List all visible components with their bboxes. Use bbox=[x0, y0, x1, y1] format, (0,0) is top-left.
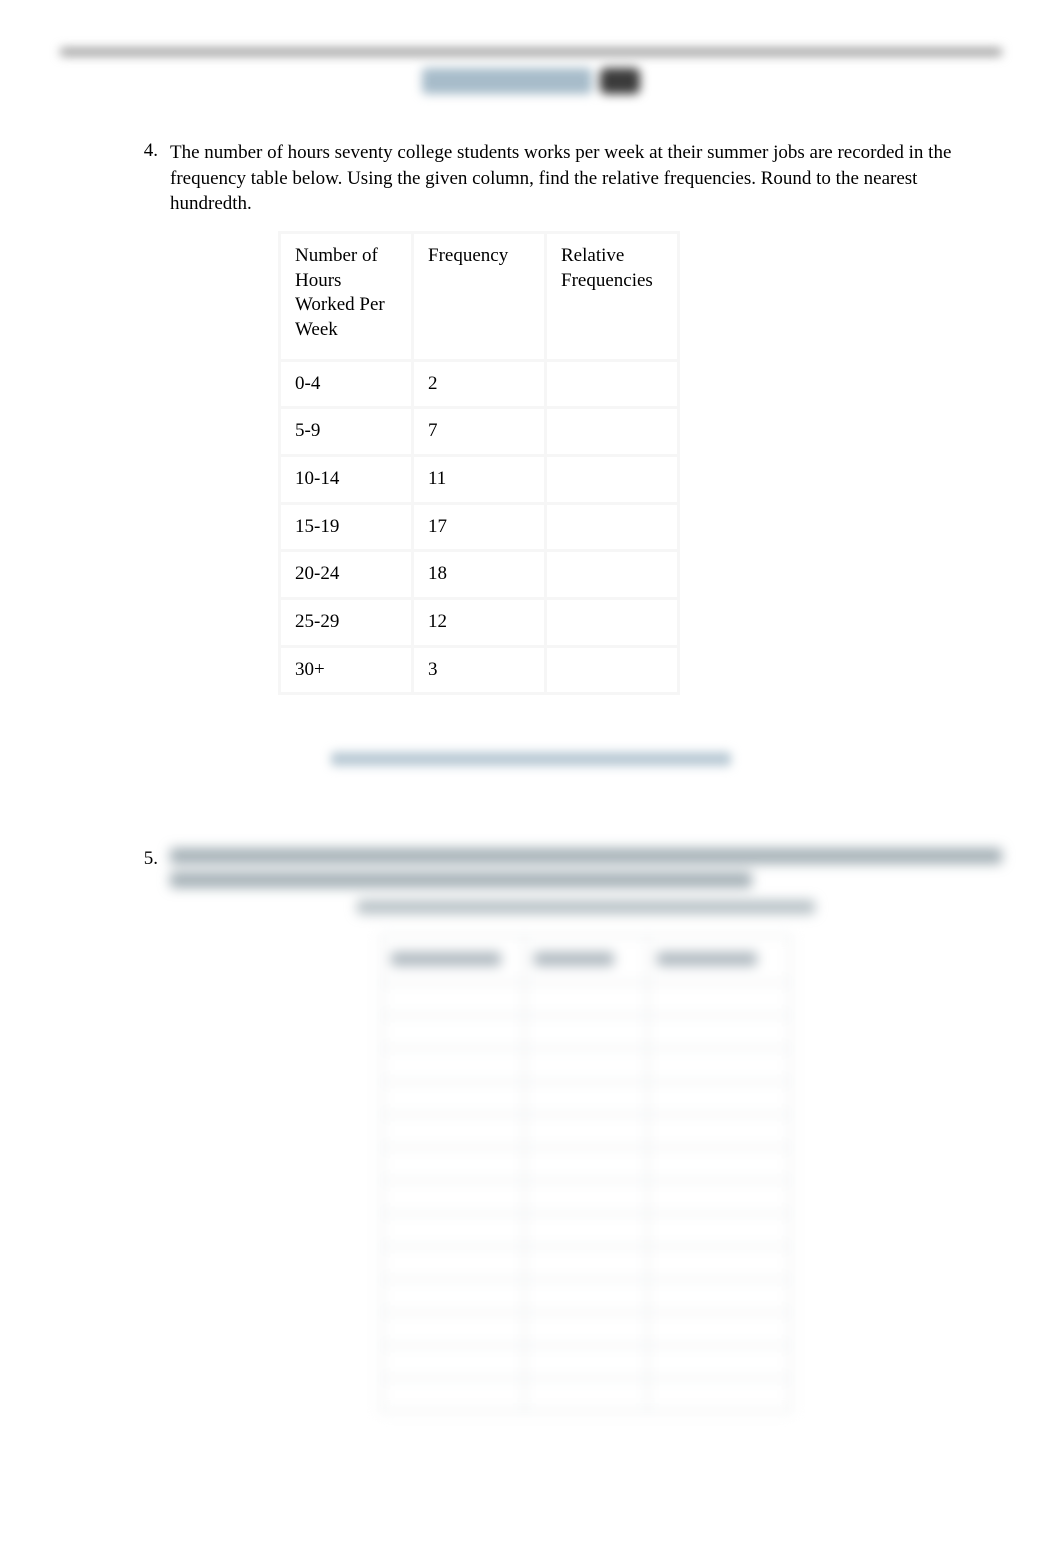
table-row bbox=[383, 1149, 789, 1179]
table-row: 5-9 7 bbox=[281, 409, 677, 454]
table-row: 20-24 18 bbox=[281, 552, 677, 597]
cell-relative bbox=[547, 648, 677, 693]
cell-hours: 0-4 bbox=[281, 362, 411, 407]
table-row bbox=[383, 1215, 789, 1245]
cell-hours: 10-14 bbox=[281, 457, 411, 502]
cell-relative bbox=[547, 505, 677, 550]
table-row bbox=[383, 1380, 789, 1410]
cell-frequency: 11 bbox=[414, 457, 544, 502]
table-row bbox=[383, 1182, 789, 1212]
cell-hours: 15-19 bbox=[281, 505, 411, 550]
question-4: 4. The number of hours seventy college s… bbox=[128, 140, 1002, 695]
document-page: 4. The number of hours seventy college s… bbox=[0, 0, 1062, 1556]
question-4-prompt: The number of hours seventy college stud… bbox=[170, 140, 1002, 217]
header-logo-wrap bbox=[422, 68, 640, 94]
cell-frequency: 2 bbox=[414, 362, 544, 407]
question-4-number: 4. bbox=[128, 140, 158, 162]
cell-frequency: 3 bbox=[414, 648, 544, 693]
cell-hours: 5-9 bbox=[281, 409, 411, 454]
header-logo-glyph-blur bbox=[600, 68, 640, 94]
cell-frequency: 12 bbox=[414, 600, 544, 645]
blurred-data-line bbox=[357, 900, 815, 914]
table-row bbox=[383, 1314, 789, 1344]
table-row: 10-14 11 bbox=[281, 457, 677, 502]
table-header-row: Number of Hours Worked Per Week Frequenc… bbox=[281, 234, 677, 359]
cell-relative bbox=[547, 552, 677, 597]
table-row bbox=[383, 1281, 789, 1311]
header-relative: Relative Frequencies bbox=[547, 234, 677, 359]
table-row: 0-4 2 bbox=[281, 362, 677, 407]
table-row bbox=[383, 1050, 789, 1080]
table-row bbox=[383, 1347, 789, 1377]
header-frequency: Frequency bbox=[414, 234, 544, 359]
header-bar bbox=[60, 48, 1002, 56]
cell-hours: 30+ bbox=[281, 648, 411, 693]
blurred-text-line bbox=[170, 872, 752, 888]
table-row: 15-19 17 bbox=[281, 505, 677, 550]
cell-hours: 25-29 bbox=[281, 600, 411, 645]
table-row bbox=[383, 984, 789, 1014]
cell-frequency: 17 bbox=[414, 505, 544, 550]
frequency-table: Number of Hours Worked Per Week Frequenc… bbox=[278, 231, 680, 696]
question-5-blurred-body bbox=[170, 848, 1002, 1413]
table-row bbox=[383, 1116, 789, 1146]
header-hours: Number of Hours Worked Per Week bbox=[281, 234, 411, 359]
table-row: 25-29 12 bbox=[281, 600, 677, 645]
question-5: 5. bbox=[128, 848, 1002, 1413]
table-row bbox=[383, 1083, 789, 1113]
blurred-text-line bbox=[170, 848, 1002, 864]
table-row: 30+ 3 bbox=[281, 648, 677, 693]
cell-frequency: 7 bbox=[414, 409, 544, 454]
header-logo-text-blur bbox=[422, 68, 592, 94]
table-header-row bbox=[383, 937, 789, 981]
blurred-header-cell bbox=[383, 937, 523, 981]
cell-relative bbox=[547, 409, 677, 454]
mid-blurred-line bbox=[331, 752, 731, 766]
question-5-number: 5. bbox=[128, 848, 158, 870]
table-row bbox=[383, 1017, 789, 1047]
blurred-header-cell bbox=[526, 937, 646, 981]
header-blurred-region bbox=[50, 44, 1012, 104]
cell-relative bbox=[547, 600, 677, 645]
cell-frequency: 18 bbox=[414, 552, 544, 597]
cell-relative bbox=[547, 362, 677, 407]
cell-hours: 20-24 bbox=[281, 552, 411, 597]
table-row bbox=[383, 1248, 789, 1278]
blurred-header-cell bbox=[649, 937, 789, 981]
cell-relative bbox=[547, 457, 677, 502]
question-5-blurred-table bbox=[380, 934, 792, 1413]
